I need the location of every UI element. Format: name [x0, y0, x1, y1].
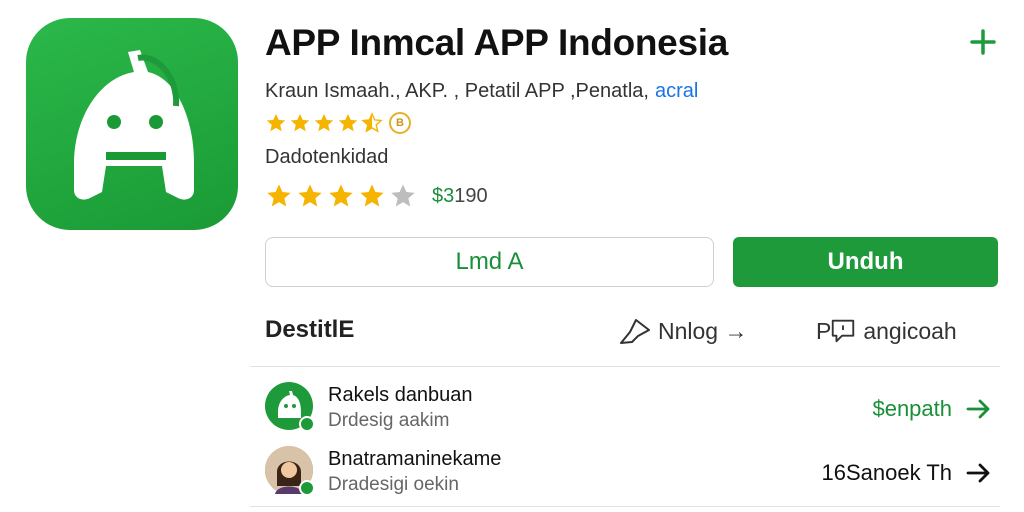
review-icon — [832, 319, 855, 343]
arrow-right-icon — [966, 399, 990, 419]
star-icon — [298, 184, 322, 207]
avatar — [265, 446, 315, 496]
app-title: APP Inmcal APP Indonesia — [265, 22, 728, 63]
price: $3190 — [432, 185, 488, 208]
list-item-action-label: $enpath — [872, 396, 952, 421]
developer-name: Kraun Ismaah., AKP. , Petatil APP ,Penat… — [265, 80, 649, 102]
star-icon — [266, 113, 286, 132]
star-icon — [360, 184, 384, 207]
star-half-icon — [361, 112, 383, 133]
review-action[interactable]: P angicoah — [816, 316, 957, 346]
rating-badge: B — [389, 112, 411, 134]
list-item-name: Rakels danbuan — [328, 384, 473, 406]
list-item-name: Bnatramaninekame — [328, 448, 502, 470]
avatar — [265, 382, 315, 432]
developer-link[interactable]: acral — [655, 80, 698, 102]
app-logo-icon — [74, 50, 194, 200]
list-item-action[interactable]: 16Sanoek Th — [822, 460, 992, 486]
share-action-label: Nnlog → — [658, 317, 748, 344]
share-action[interactable]: Nnlog → — [618, 316, 747, 346]
rating-stars-secondary: $3190 — [265, 182, 488, 210]
section-title: DestitlE — [265, 316, 355, 343]
list-item[interactable]: Rakels danbuan Drdesig aakim $enpath — [265, 382, 1000, 438]
divider — [250, 506, 1000, 507]
arrow-right-icon — [966, 463, 990, 483]
star-icon — [290, 113, 310, 132]
list-item-action-label: 16Sanoek Th — [821, 460, 952, 485]
developer-line: Kraun Ismaah., AKP. , Petatil APP ,Penat… — [265, 80, 698, 103]
star-empty-icon — [391, 184, 415, 207]
verified-badge — [299, 416, 315, 432]
price-rest: 190 — [454, 184, 488, 207]
list-item-subtitle: Dradesigi oekin — [328, 474, 459, 495]
app-icon — [26, 18, 238, 230]
star-icon — [314, 113, 334, 132]
download-button[interactable]: Unduh — [733, 237, 998, 287]
star-icon — [338, 113, 358, 132]
list-item-subtitle: Drdesig aakim — [328, 410, 450, 431]
secondary-button[interactable]: Lmd A — [265, 237, 714, 287]
list-item[interactable]: Bnatramaninekame Dradesigi oekin 16Sanoe… — [265, 446, 1000, 502]
verified-badge — [299, 480, 315, 496]
app-category: Dadotenkidad — [265, 146, 389, 168]
list-item-action[interactable]: $enpath — [872, 396, 992, 422]
plus-icon — [970, 29, 996, 55]
star-icon — [329, 184, 353, 207]
add-button[interactable] — [962, 22, 1004, 62]
review-action-label: angicoah — [863, 317, 957, 344]
star-icon — [267, 184, 291, 207]
price-prefix: $3 — [432, 184, 455, 207]
divider — [250, 366, 1000, 367]
share-icon — [620, 319, 650, 344]
rating-stars-primary: B — [265, 112, 411, 134]
